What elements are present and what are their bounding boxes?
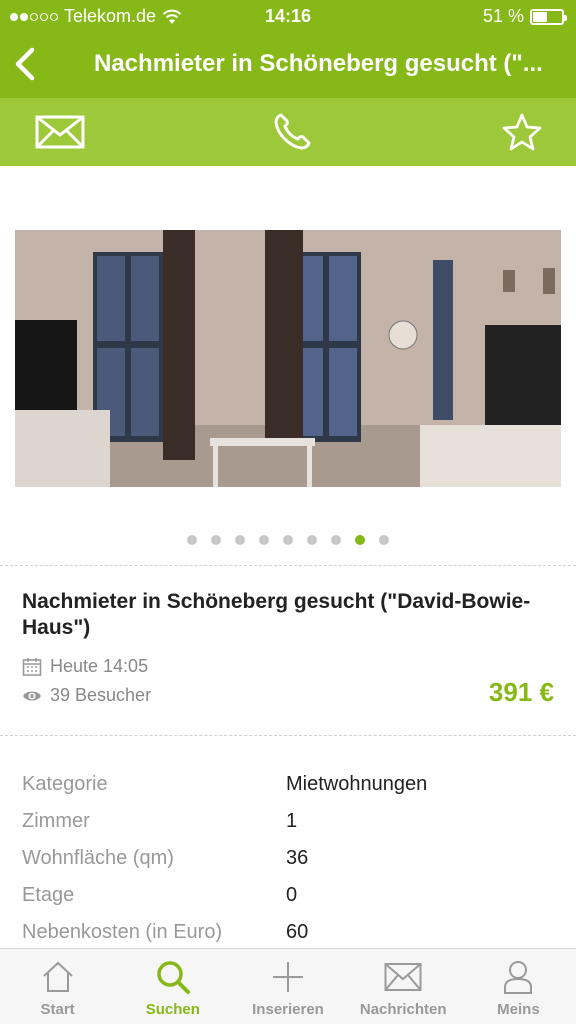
call-button[interactable] [266, 112, 318, 152]
detail-value: 1 [286, 810, 298, 832]
action-bar [0, 98, 576, 166]
tab-suchen[interactable]: Suchen [115, 949, 230, 1024]
pager-dot[interactable] [187, 535, 197, 545]
battery-icon [530, 8, 567, 25]
tab-inserieren[interactable]: Inserieren [230, 949, 345, 1024]
listing-title: Nachmieter in Schöneberg gesucht ("David… [22, 590, 531, 639]
pager-dot[interactable] [211, 535, 221, 545]
star-icon [502, 113, 542, 151]
room-photo-illustration [15, 230, 561, 487]
tab-label: Nachrichten [359, 1001, 447, 1018]
details-table: Kategorie Mietwohnungen Zimmer 1 Wohnfläche … [22, 766, 562, 951]
pager-dot[interactable] [259, 535, 269, 545]
tab-label: Meins [497, 1001, 540, 1018]
pager-dot[interactable] [235, 535, 245, 545]
listing-date: Heute 14:05 [22, 656, 148, 677]
listing-photo[interactable] [15, 230, 561, 487]
favorite-button[interactable] [496, 112, 548, 152]
header: Telekom.de 14:16 51 % Nachmieter in Schö… [0, 0, 576, 98]
detail-key: Kategorie [22, 773, 108, 795]
eye-icon [23, 691, 41, 700]
detail-value: 60 [286, 921, 309, 943]
detail-value: Mietwohnungen [286, 773, 428, 795]
tab-bar: Start Suchen Inserieren Nachrichten Meins [0, 948, 576, 1024]
tab-start[interactable]: Start [0, 949, 115, 1024]
back-icon[interactable] [10, 44, 40, 84]
detail-key: Wohnfläche (qm) [22, 847, 174, 869]
detail-row: Nebenkosten (in Euro) 60 [22, 914, 562, 951]
divider [0, 735, 576, 736]
tab-label: Inserieren [252, 1001, 324, 1018]
detail-row: Zimmer 1 [22, 803, 562, 840]
pager-dot[interactable] [355, 535, 365, 545]
page-title: Nachmieter in Schöneberg gesucht ("... [94, 50, 543, 77]
home-icon [40, 959, 76, 995]
tab-label: Start [40, 1001, 75, 1018]
pager-dot[interactable] [307, 535, 317, 545]
navigation-bar: Nachmieter in Schöneberg gesucht ("... [0, 32, 576, 98]
battery-label: 51 % [482, 6, 524, 26]
detail-key: Nebenkosten (in Euro) [22, 921, 223, 943]
status-right: 51 % [482, 6, 567, 27]
pager-dot[interactable] [379, 535, 389, 545]
listing-visitors: 39 Besucher [22, 685, 151, 706]
detail-value: 36 [286, 847, 309, 869]
detail-key: Etage [22, 884, 75, 906]
envelope-icon [384, 959, 422, 995]
date-label: Heute 14:05 [50, 656, 149, 676]
mail-icon [35, 115, 85, 149]
tab-meins[interactable]: Meins [461, 949, 576, 1024]
detail-key: Zimmer [22, 810, 90, 832]
calendar-icon [22, 657, 42, 676]
visitors-label: 39 Besucher [50, 685, 152, 705]
search-icon [155, 959, 191, 995]
mail-button[interactable] [34, 112, 86, 152]
phone-icon [274, 113, 311, 150]
gallery-pager[interactable] [0, 535, 576, 545]
listing-price: 391 € [488, 677, 554, 707]
user-icon [500, 959, 536, 995]
plus-icon [270, 959, 306, 995]
tab-nachrichten[interactable]: Nachrichten [346, 949, 461, 1024]
detail-value: 0 [286, 884, 298, 906]
status-bar: Telekom.de 14:16 51 % [0, 0, 576, 32]
pager-dot[interactable] [283, 535, 293, 545]
divider [0, 565, 576, 566]
detail-row: Kategorie Mietwohnungen [22, 766, 562, 803]
tab-label: Suchen [145, 1001, 200, 1018]
detail-row: Wohnfläche (qm) 36 [22, 840, 562, 877]
detail-row: Etage 0 [22, 877, 562, 914]
pager-dot[interactable] [331, 535, 341, 545]
